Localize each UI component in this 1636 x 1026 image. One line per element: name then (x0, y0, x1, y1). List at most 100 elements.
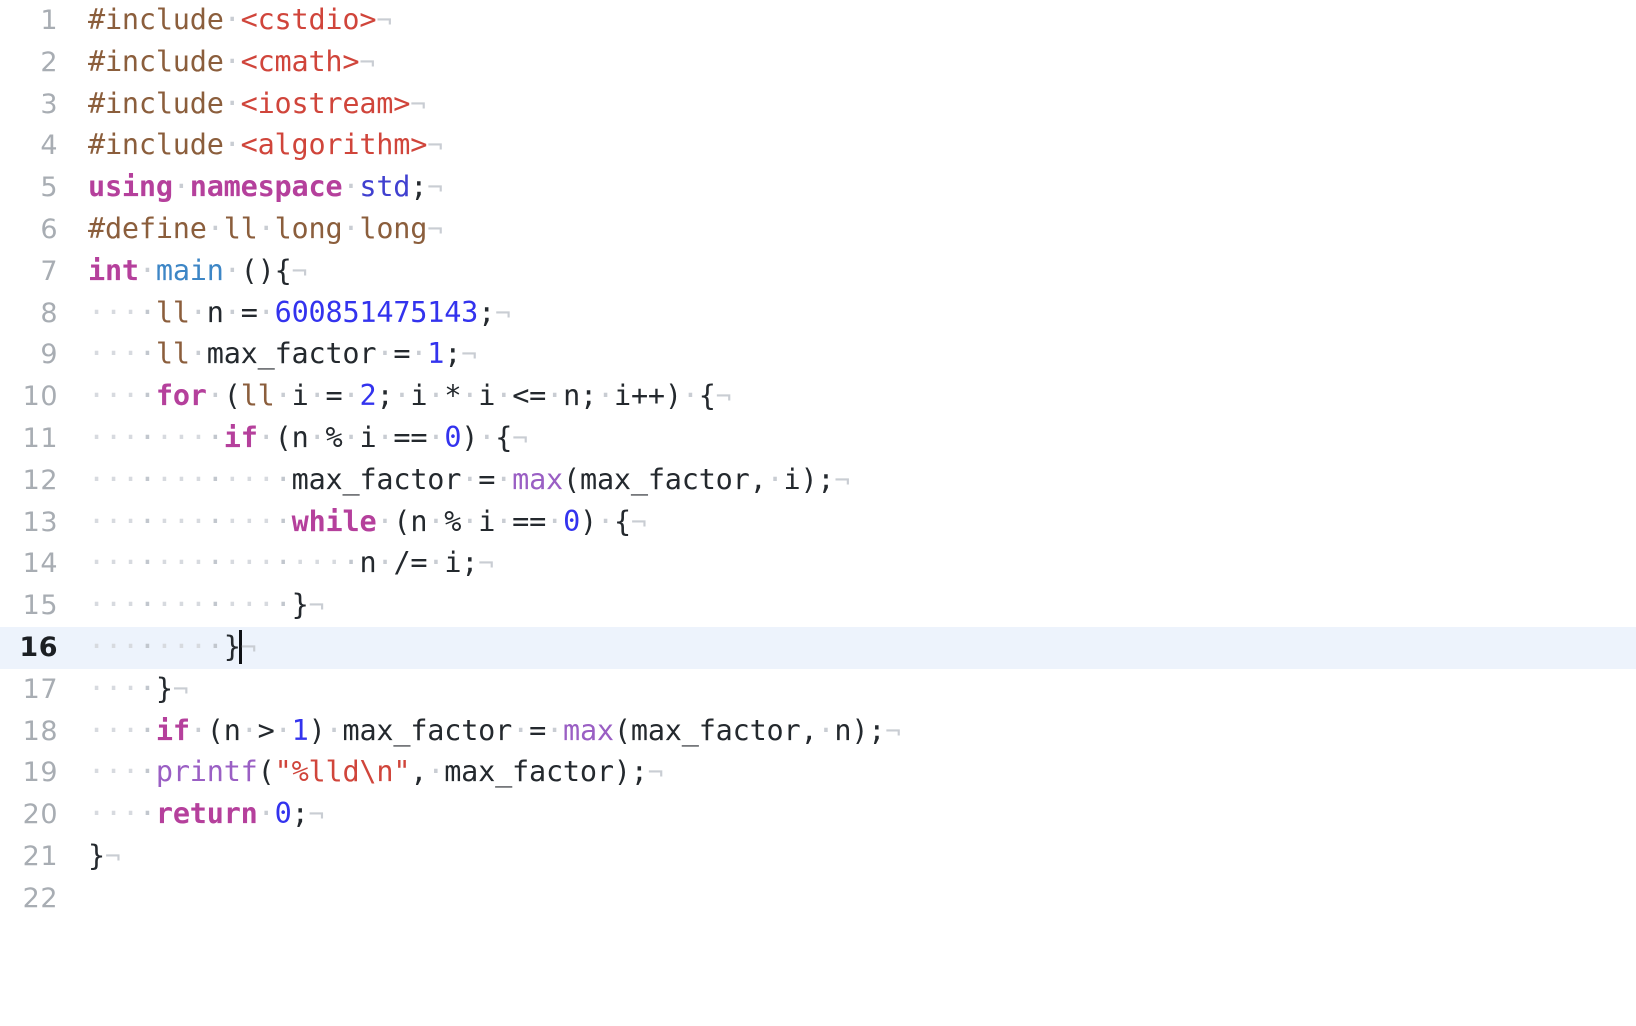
whitespace-dot: · (223, 295, 241, 329)
code-line-content[interactable]: ····return·0;¬ (58, 793, 1636, 837)
code-editor[interactable]: 1 #include·<cstdio>¬ 2 #include·<cmath>¬ 3 #i… (0, 0, 1636, 1026)
code-line-content[interactable]: ················n·/=·i;¬ (58, 542, 1636, 586)
code-line-content[interactable]: #include·<iostream>¬ (58, 83, 1636, 127)
whitespace-dot: · (325, 713, 343, 747)
line-number[interactable]: 19 (0, 752, 58, 794)
code-line[interactable]: 8 ····ll·n·=·600851475143;¬ (0, 293, 1636, 335)
line-number[interactable]: 1 (0, 0, 58, 42)
whitespace-dot: · (546, 713, 564, 747)
code-line[interactable]: 9 ····ll·max_factor·=·1;¬ (0, 334, 1636, 376)
code-line[interactable]: 10 ····for·(ll·i·=·2;·i·*·i·<=·n;·i++)·{¬ (0, 376, 1636, 418)
line-number[interactable]: 2 (0, 42, 58, 84)
code-line[interactable]: 1 #include·<cstdio>¬ (0, 0, 1636, 42)
code-line[interactable]: 7 int·main·(){¬ (0, 251, 1636, 293)
code-line-content[interactable]: ····for·(ll·i·=·2;·i·*·i·<=·n;·i++)·{¬ (58, 375, 1636, 419)
line-number[interactable]: 10 (0, 376, 58, 418)
string-token: "%lld\n" (274, 755, 411, 789)
line-number[interactable]: 17 (0, 669, 58, 711)
punctuation-token: ( (393, 504, 411, 538)
code-line[interactable]: 3 #include·<iostream>¬ (0, 84, 1636, 126)
code-line[interactable]: 18 ····if·(n·>·1)·max_factor·=·max(max_fa… (0, 711, 1636, 753)
whitespace-dot: · (121, 462, 139, 496)
code-line-content[interactable]: #include·<cmath>¬ (58, 41, 1636, 85)
code-line[interactable]: 22 (0, 878, 1636, 920)
whitespace-dot: · (155, 420, 173, 454)
code-line-content[interactable]: int·main·(){¬ (58, 250, 1636, 294)
whitespace-dot: · (376, 420, 394, 454)
whitespace-dot: · (138, 295, 156, 329)
line-number[interactable]: 20 (0, 794, 58, 836)
code-line-content[interactable]: ····if·(n·>·1)·max_factor·=·max(max_fact… (58, 710, 1636, 754)
code-line[interactable]: 20 ····return·0;¬ (0, 794, 1636, 836)
line-number[interactable]: 22 (0, 878, 58, 920)
whitespace-dot: · (240, 462, 258, 496)
code-line-content[interactable]: ····printf("%lld\n",·max_factor);¬ (58, 751, 1636, 795)
code-line[interactable]: 15 ············}¬ (0, 585, 1636, 627)
code-line-content[interactable]: }¬ (58, 835, 1636, 879)
whitespace-dot: · (427, 379, 445, 413)
code-line[interactable]: 4 #include·<algorithm>¬ (0, 125, 1636, 167)
whitespace-dot: · (257, 420, 275, 454)
code-line[interactable]: 17 ····}¬ (0, 669, 1636, 711)
line-number[interactable]: 16 (0, 627, 58, 669)
code-line-content[interactable]: #define·ll·long·long¬ (58, 208, 1636, 252)
line-number[interactable]: 5 (0, 167, 58, 209)
whitespace-dot: · (206, 588, 224, 622)
code-line[interactable]: 14 ················n·/=·i;¬ (0, 543, 1636, 585)
code-line[interactable]: 16 ········}¬ (0, 626, 1636, 670)
code-line-content[interactable]: ····ll·max_factor·=·1;¬ (58, 333, 1636, 377)
whitespace-dot: · (223, 128, 241, 162)
code-line-content[interactable]: #include·<algorithm>¬ (58, 124, 1636, 168)
line-number[interactable]: 7 (0, 251, 58, 293)
end-of-line-icon: ¬ (715, 382, 732, 413)
line-number[interactable]: 4 (0, 125, 58, 167)
line-number[interactable]: 6 (0, 209, 58, 251)
code-line[interactable]: 11 ········if·(n·%·i·==·0)·{¬ (0, 418, 1636, 460)
code-line-content[interactable]: ········if·(n·%·i·==·0)·{¬ (58, 417, 1636, 461)
code-line[interactable]: 2 #include·<cmath>¬ (0, 42, 1636, 84)
code-line-content[interactable]: #include·<cstdio>¬ (58, 0, 1636, 43)
identifier-token: n (223, 713, 241, 747)
code-line-content[interactable]: ············while·(n·%·i·==·0)·{¬ (58, 501, 1636, 545)
code-line[interactable]: 21}¬ (0, 836, 1636, 878)
whitespace-dot: · (206, 462, 224, 496)
whitespace-dot: · (88, 713, 105, 747)
whitespace-dot: · (274, 379, 292, 413)
line-number[interactable]: 15 (0, 585, 58, 627)
line-number[interactable]: 9 (0, 334, 58, 376)
line-number[interactable]: 18 (0, 711, 58, 753)
whitespace-dot: · (274, 462, 292, 496)
line-number[interactable]: 21 (0, 836, 58, 878)
identifier-token: i); (783, 462, 835, 496)
whitespace-dot: · (138, 462, 156, 496)
line-number[interactable]: 11 (0, 418, 58, 460)
whitespace-dot: · (121, 588, 139, 622)
whitespace-dot: · (138, 588, 156, 622)
code-line-content[interactable]: ············max_factor·=·max(max_factor,… (58, 459, 1636, 503)
code-line-content[interactable]: ············}¬ (58, 584, 1636, 628)
punctuation-token: ) (461, 420, 479, 454)
namespace-token: std (359, 170, 411, 204)
code-line-content[interactable]: using·namespace·std;¬ (58, 166, 1636, 210)
code-line-content[interactable]: ····ll·n·=·600851475143;¬ (58, 292, 1636, 336)
code-line[interactable]: 13 ············while·(n·%·i·==·0)·{¬ (0, 502, 1636, 544)
punctuation-token: ; (444, 337, 462, 371)
code-line[interactable]: 19 ····printf("%lld\n",·max_factor);¬ (0, 752, 1636, 794)
line-number[interactable]: 8 (0, 293, 58, 335)
whitespace-dot: · (121, 546, 139, 580)
code-line[interactable]: 6 #define·ll·long·long¬ (0, 209, 1636, 251)
code-line-content[interactable]: ····}¬ (58, 668, 1636, 712)
whitespace-dot: · (206, 211, 224, 245)
line-number[interactable]: 13 (0, 502, 58, 544)
preprocessor-token: #include (88, 44, 224, 78)
whitespace-dot: · (308, 379, 326, 413)
identifier-token: n (359, 546, 377, 580)
line-number[interactable]: 3 (0, 84, 58, 126)
code-line[interactable]: 12 ············max_factor·=·max(max_facto… (0, 460, 1636, 502)
code-line-content[interactable]: ········}¬ (58, 626, 1636, 670)
line-number[interactable]: 14 (0, 543, 58, 585)
whitespace-dot: · (189, 588, 207, 622)
code-line[interactable]: 5 using·namespace·std;¬ (0, 167, 1636, 209)
line-number[interactable]: 12 (0, 460, 58, 502)
function-call-token: printf (155, 755, 258, 789)
